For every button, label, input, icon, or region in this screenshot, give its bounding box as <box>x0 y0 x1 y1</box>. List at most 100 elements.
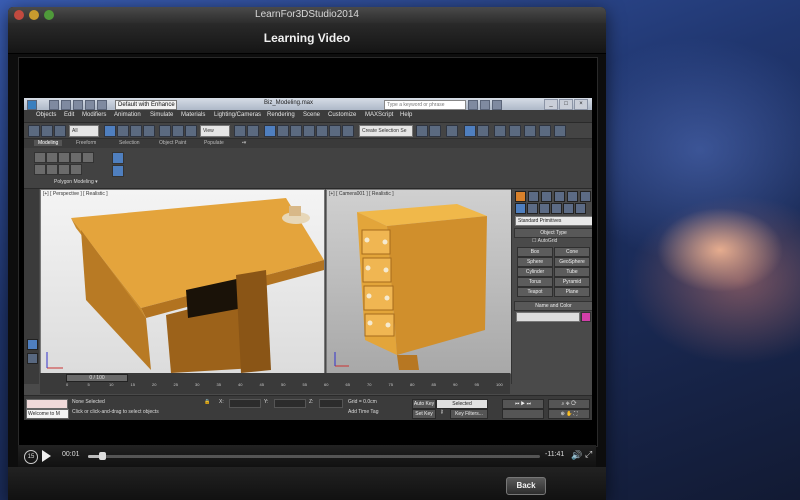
fullscreen-icon[interactable]: ⤢ <box>585 449 592 460</box>
rendered-frame-icon <box>539 125 551 137</box>
menu-animation: Animation <box>114 112 141 118</box>
menu-objects: Objects <box>36 112 57 118</box>
percent-snap-icon <box>290 125 302 137</box>
select-object-icon <box>104 125 116 137</box>
grid-size: Grid = 0.0cm <box>348 399 377 405</box>
rect-selection-icon <box>130 125 142 137</box>
elapsed-time: 00:01 <box>62 451 80 458</box>
ribbon-tool-icon <box>34 164 46 175</box>
ribbon-tab-populate: Populate <box>204 140 224 146</box>
z-coord-label: Z: <box>309 399 314 405</box>
drawer-knob <box>367 320 373 326</box>
command-panel: Standard Primitives Object Type ☐ AutoGr… <box>511 189 592 384</box>
app-logo-icon <box>27 100 37 110</box>
align-tool-icon <box>429 125 441 137</box>
key-filters-button: Key Filters... <box>450 409 488 419</box>
ribbon-tool-icon <box>82 152 94 163</box>
max-title-bar: Default with Enhance Biz_Modeling.max Ty… <box>24 98 592 110</box>
graphite-ribbon-icon <box>464 125 476 137</box>
primitive-geosphere: GeoSphere <box>554 257 590 267</box>
x-coord-field <box>229 399 261 408</box>
select-by-name-icon <box>117 125 129 137</box>
teacup <box>289 206 301 216</box>
navigation-controls: ⌕ ✥ ⟳ <box>548 399 590 409</box>
set-key-button: Set Key <box>412 409 436 419</box>
time-slider: 0 / 100 <box>66 374 128 382</box>
viewport-layout-icon <box>27 339 38 350</box>
max-status-bar: Welcome to M None Selected Click or clic… <box>24 395 592 420</box>
back-button[interactable]: Back <box>506 477 546 495</box>
lights-icon <box>539 203 550 214</box>
seek-bar[interactable] <box>88 452 540 460</box>
utilities-tab-icon <box>580 191 591 202</box>
timeline-tick: 45 <box>259 382 264 387</box>
align-icon <box>342 125 354 137</box>
timeline-tick: 95 <box>474 382 479 387</box>
timeline-tick: 60 <box>324 382 329 387</box>
frame-field <box>502 409 544 419</box>
reference-coord-dropdown: View <box>200 125 230 137</box>
star-icon <box>480 100 490 110</box>
y-coord-field <box>274 399 306 408</box>
desk-render <box>46 198 324 373</box>
polygon-modeling-tools <box>34 152 104 176</box>
redo-icon <box>97 100 107 110</box>
save-file-icon <box>73 100 83 110</box>
help-icon <box>492 100 502 110</box>
layer-manager-icon <box>446 125 458 137</box>
drawer-knob <box>365 265 371 271</box>
shapes-icon <box>527 203 538 214</box>
max-close-icon: × <box>574 99 588 110</box>
max-minimize-icon: _ <box>544 99 558 110</box>
window-crossing-icon <box>143 125 155 137</box>
playback-controls: ⏮ ▶ ⏭ <box>502 399 544 409</box>
ribbon-side-icon <box>112 152 124 164</box>
play-button[interactable] <box>42 450 51 462</box>
navigation-controls-2: ⊕ ✋ ⛶ <box>548 409 590 419</box>
desk-leg <box>236 270 271 373</box>
drawer-knob <box>364 237 370 243</box>
footer: Back <box>8 467 606 500</box>
timeline-tick: 40 <box>238 382 243 387</box>
ribbon-options-icon: ▪▾ <box>242 140 247 146</box>
window-title: LearnFor3DStudio2014 <box>255 9 359 20</box>
replay-icon[interactable]: 15 <box>24 450 38 464</box>
timeline-tick: 75 <box>388 382 393 387</box>
max-filename: Biz_Modeling.max <box>264 100 314 106</box>
menu-lighting-cameras: Lighting/Cameras <box>214 112 262 118</box>
volume-icon[interactable]: 🔊 <box>571 450 582 461</box>
bind-icon <box>54 125 66 137</box>
ribbon-tabs: Modeling Freeform Selection Object Paint… <box>24 139 592 148</box>
ribbon-tool-icon <box>46 164 58 175</box>
ribbon-side-icon <box>112 165 124 177</box>
timeline-tick: 55 <box>302 382 307 387</box>
menu-simulate: Simulate <box>150 112 174 118</box>
menu-materials: Materials <box>181 112 206 118</box>
primitive-pyramid: Pyramid <box>554 277 590 287</box>
selection-status: None Selected <box>72 399 105 405</box>
hierarchy-tab-icon <box>541 191 552 202</box>
timeline-tick: 25 <box>173 382 178 387</box>
snap-toggle-icon <box>264 125 276 137</box>
ribbon-tool-icon <box>34 152 46 163</box>
cabinet-render <box>334 204 487 370</box>
primitive-plane: Plane <box>554 287 590 297</box>
ribbon-tab-object-paint: Object Paint <box>159 140 187 146</box>
timeline-tick: 65 <box>345 382 350 387</box>
open-file-icon <box>61 100 71 110</box>
perspective-viewport: [+] [ Perspective ] [ Realistic ] <box>40 189 325 374</box>
object-name-field <box>516 312 580 322</box>
max-main-toolbar: All View Create Selection Se <box>24 123 592 139</box>
drawer-knob <box>385 322 391 328</box>
helpers-icon <box>563 203 574 214</box>
seek-thumb[interactable] <box>98 452 106 460</box>
edit-named-sel-icon <box>316 125 328 137</box>
ribbon-tool-icon <box>70 152 82 163</box>
video-player[interactable]: Default with Enhance Biz_Modeling.max Ty… <box>18 57 598 447</box>
autogrid-checkbox: ☐ AutoGrid <box>532 238 558 244</box>
object-type-rollout: Object Type <box>514 228 592 238</box>
timeline-tick: 0 <box>66 382 69 387</box>
app-window: LearnFor3DStudio2014 Learning Video Defa… <box>8 7 606 500</box>
header: Learning Video <box>8 23 606 54</box>
page-title: Learning Video <box>263 31 351 45</box>
